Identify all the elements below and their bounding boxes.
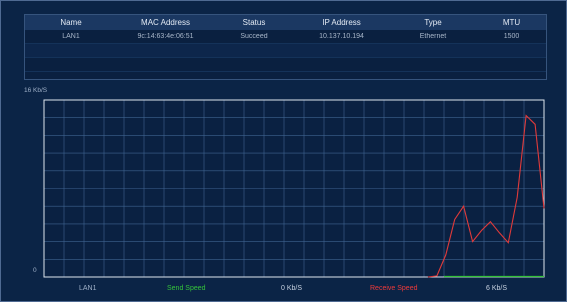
y-axis-max-label: 16 Kb/S [24,87,48,94]
legend-receive-speed-label: Receive Speed [370,285,418,292]
legend-send-speed-label: Send Speed [167,285,206,292]
legend-receive-speed-value: 6 Kb/S [486,285,508,292]
network-speed-chart: 16 Kb/S 0 [0,0,567,302]
legend-send-speed-value: 0 Kb/S [281,285,303,292]
chart-canvas [43,99,545,278]
legend-interface-name: LAN1 [79,285,97,292]
y-axis-min-label: 0 [33,267,37,274]
